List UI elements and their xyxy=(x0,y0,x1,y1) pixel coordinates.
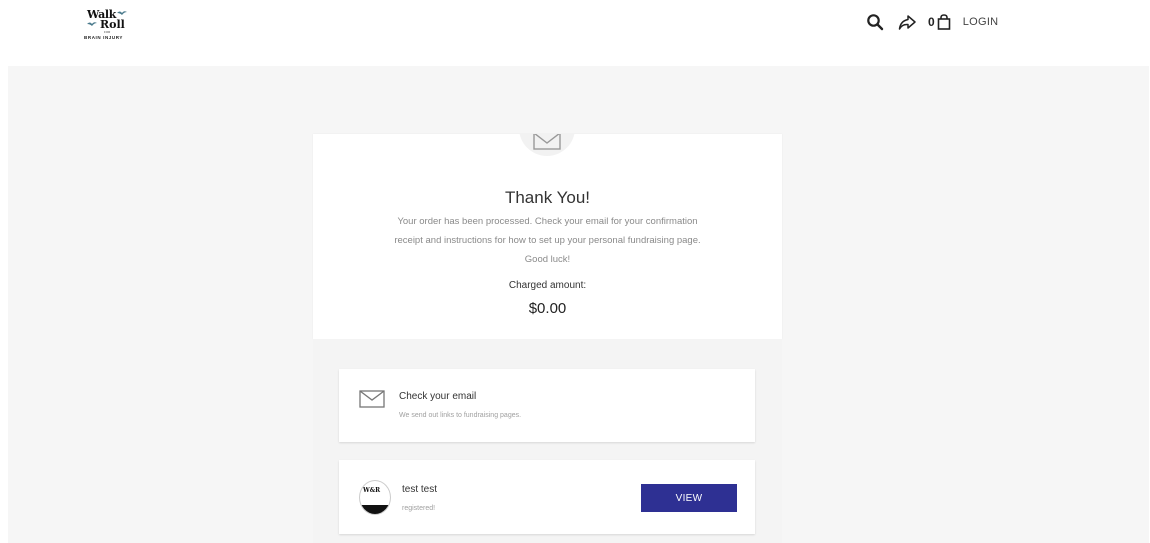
confirmation-message: Your order has been processed. Check you… xyxy=(394,216,701,265)
site-logo[interactable]: Walk Roll FOR BRAIN INJURY xyxy=(84,8,144,42)
login-link[interactable]: LOGIN xyxy=(963,16,999,28)
avatar-logo-text: W&R xyxy=(363,487,381,494)
avatar: W&R xyxy=(359,480,391,515)
share-icon[interactable] xyxy=(898,13,916,31)
logo-word-for: FOR xyxy=(104,30,111,34)
view-button[interactable]: VIEW xyxy=(641,484,737,512)
envelope-badge xyxy=(519,134,575,156)
registrant-name: test test xyxy=(402,484,438,495)
logo-tagline: BRAIN INJURY xyxy=(84,35,124,40)
check-email-title: Check your email xyxy=(399,391,477,402)
registrant-row: W&R test test registered! VIEW xyxy=(339,460,755,534)
registrant-status: registered! xyxy=(402,505,436,512)
check-email-subtitle: We send out links to fundraising pages. xyxy=(399,412,522,419)
site-header: Walk Roll FOR BRAIN INJURY 0 LOGIN xyxy=(0,0,1150,66)
bird-icon xyxy=(117,11,127,15)
check-email-box: Check your email We send out links to fu… xyxy=(339,369,755,442)
confirmation-card: Thank You! Your order has been processed… xyxy=(313,134,782,339)
envelope-icon xyxy=(533,134,561,150)
cart-count[interactable]: 0 xyxy=(928,15,935,29)
thank-you-title: Thank You! xyxy=(504,188,591,207)
header-nav: 0 LOGIN xyxy=(866,12,998,32)
charged-amount-label: Charged amount: xyxy=(508,280,587,291)
next-steps-section: Check your email We send out links to fu… xyxy=(313,339,782,543)
avatar-band xyxy=(360,505,390,514)
shopping-bag-icon[interactable] xyxy=(937,14,951,30)
charged-amount-value: $0.00 xyxy=(528,300,567,317)
envelope-icon xyxy=(359,390,385,408)
bird-icon xyxy=(87,22,97,26)
search-icon[interactable] xyxy=(866,13,884,31)
